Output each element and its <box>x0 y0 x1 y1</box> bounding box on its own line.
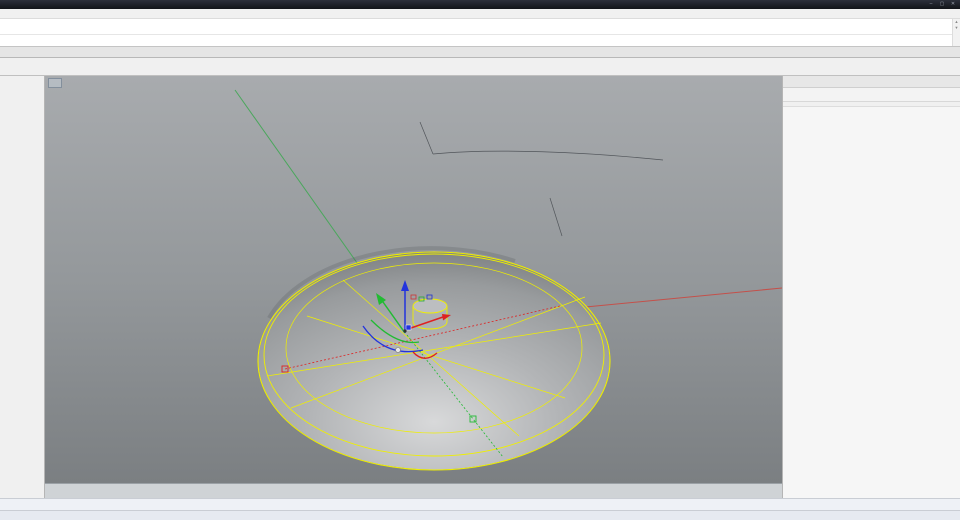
rhino-window: – ▢ ✕ ▲ ▼ <box>0 0 960 520</box>
minimize-button[interactable]: – <box>927 0 935 9</box>
left-tool-palette <box>0 76 45 498</box>
main-toolbar <box>0 58 960 76</box>
main-area <box>0 76 960 498</box>
panel-toolbar <box>783 88 960 102</box>
panel-buttons <box>783 102 960 107</box>
maximize-button[interactable]: ▢ <box>938 0 946 9</box>
osnap-bar <box>0 498 960 510</box>
command-scrollbar[interactable]: ▲ ▼ <box>952 19 960 46</box>
titlebar: – ▢ ✕ <box>0 0 960 9</box>
viewport-title[interactable] <box>48 78 62 88</box>
gumball-move-handle[interactable] <box>405 324 412 331</box>
window-controls: – ▢ ✕ <box>927 0 957 9</box>
gumball-origin <box>403 329 407 333</box>
gumball-menu-ball[interactable] <box>395 347 401 353</box>
menubar <box>0 9 960 19</box>
close-button[interactable]: ✕ <box>949 0 957 9</box>
command-prompt[interactable] <box>0 35 960 46</box>
properties-panel <box>782 76 960 498</box>
perspective-viewport[interactable] <box>45 76 782 498</box>
center-boss <box>412 298 448 330</box>
toolbar-tab-strip <box>0 47 960 58</box>
command-history[interactable] <box>0 19 960 35</box>
command-area: ▲ ▼ <box>0 19 960 47</box>
panel-tab-strip <box>783 76 960 88</box>
viewport-scene[interactable] <box>45 76 782 483</box>
viewport-tab-strip <box>45 483 782 498</box>
status-bar <box>0 510 960 520</box>
